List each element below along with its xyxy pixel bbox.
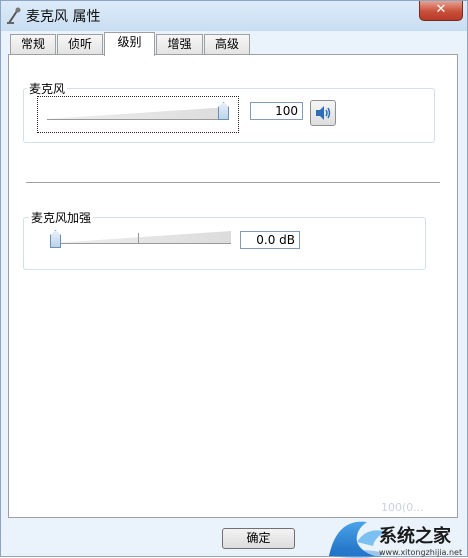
tab-advanced[interactable]: 高级 — [204, 34, 250, 54]
microphone-level-value[interactable]: 100 — [250, 102, 303, 120]
tab-general[interactable]: 常规 — [10, 34, 56, 54]
section-separator — [26, 182, 440, 183]
ok-button[interactable]: 确定 — [222, 528, 295, 549]
close-button[interactable]: ✕ — [419, 1, 463, 21]
microphone-label: 麦克风 — [27, 80, 68, 97]
tab-levels[interactable]: 级别 — [104, 32, 155, 56]
boost-slider-baseline — [53, 243, 231, 244]
microphone-boost-label: 麦克风加强 — [29, 209, 94, 226]
watermark-url: www.xitongzhijia.net — [379, 548, 462, 557]
microphone-slider-baseline — [47, 119, 229, 120]
speaker-icon — [316, 106, 331, 120]
properties-window: 麦克风 属性 ✕ 常规 侦听 级别 增强 高级 麦克风 100 麦克风加强 0.… — [0, 0, 468, 558]
microphone-icon — [7, 7, 21, 24]
boost-level-value[interactable]: 0.0 dB — [240, 231, 300, 249]
boost-slider-tick — [138, 233, 139, 243]
mute-button[interactable] — [310, 100, 336, 126]
watermark-brand: 系统之家 — [379, 525, 452, 547]
tab-listen[interactable]: 侦听 — [57, 34, 103, 54]
title-bar[interactable]: 麦克风 属性 ✕ — [1, 1, 467, 31]
levels-panel: 麦克风 100 麦克风加强 0.0 dB — [8, 54, 458, 518]
tab-enhancements[interactable]: 增强 — [156, 34, 203, 54]
window-title: 麦克风 属性 — [26, 9, 101, 25]
watermark-logo: 系统之家 www.xitongzhijia.net — [329, 521, 462, 558]
